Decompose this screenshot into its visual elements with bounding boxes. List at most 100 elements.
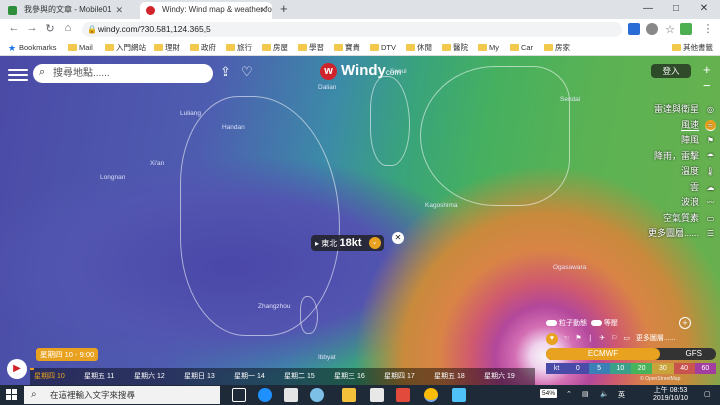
tab-windy[interactable]: Windy: Wind map & weather fo ✕ <box>140 2 272 19</box>
wind-map[interactable]: Dalian Seoul Sendai Luliang Handan Longn… <box>0 56 720 385</box>
more-layers-link[interactable]: 更多圖層...... <box>636 335 676 342</box>
extension-icon[interactable] <box>646 23 658 35</box>
bookmark-folder[interactable]: 旅行 <box>226 42 252 54</box>
bookmark-folder[interactable]: 學習 <box>298 42 324 54</box>
store-icon[interactable] <box>370 388 384 402</box>
hamburger-menu-icon[interactable] <box>8 66 28 82</box>
bookmark-folder[interactable]: My <box>478 42 499 54</box>
layer-item-temperature[interactable]: 溫度 🌡 <box>628 164 720 180</box>
close-icon[interactable]: ✕ <box>392 232 404 244</box>
bookmark-folder[interactable]: 房家 <box>544 42 570 54</box>
favorites-heart-icon[interactable]: ♡ <box>241 64 253 80</box>
bookmark-folder[interactable]: 醫院 <box>442 42 468 54</box>
layer-item-wind[interactable]: 風速 ≈ <box>628 118 720 134</box>
rain-icon[interactable]: ❘ <box>587 335 593 342</box>
layer-item-gust[interactable]: 陣風 ⚑ <box>628 133 720 149</box>
drive-icon[interactable] <box>284 388 298 402</box>
bookmark-star-icon[interactable]: ☆ <box>662 23 678 36</box>
model-ecmwf[interactable]: ECMWF <box>546 348 660 360</box>
volume-icon[interactable]: 🔈 <box>600 390 609 398</box>
login-button[interactable]: 登入 <box>651 64 691 78</box>
taskbar-clock[interactable]: 上午 08:53 2019/10/10 <box>653 387 688 403</box>
bookmark-folder[interactable]: Mail <box>68 42 93 54</box>
forward-arrow-icon[interactable]: → <box>24 22 40 34</box>
chevron-down-icon[interactable]: ⌄ <box>368 237 381 249</box>
tray-up-arrow-icon[interactable]: ⌃ <box>566 390 572 398</box>
zoom-out-button[interactable]: − <box>703 79 711 92</box>
share-icon[interactable]: ⇪ <box>220 64 231 80</box>
timeline-day[interactable]: 星期三 16 <box>334 371 365 381</box>
timeline-day[interactable]: 星期六 12 <box>134 371 165 381</box>
bookmark-item[interactable]: ★ Bookmarks <box>8 42 57 54</box>
layer-item-more[interactable]: 更多圖層...... ☰ <box>628 226 720 242</box>
file-explorer-icon[interactable] <box>342 388 356 402</box>
chrome-icon[interactable] <box>424 388 438 402</box>
car-icon[interactable]: ▭ <box>623 335 630 342</box>
bookmark-folder[interactable]: DTV <box>370 42 396 54</box>
timeline-day[interactable]: 星期二 15 <box>284 371 315 381</box>
bookmark-folder[interactable]: 政府 <box>190 42 216 54</box>
app-icon[interactable] <box>310 388 324 402</box>
gust-icon[interactable]: ⚑ <box>575 335 581 342</box>
app-icon[interactable] <box>452 388 466 402</box>
layer-item-radar[interactable]: 雷達與衛星 ◎ <box>628 102 720 118</box>
hand-icon[interactable]: ☜ <box>563 335 569 342</box>
home-icon[interactable]: ⌂ <box>60 22 76 34</box>
task-view-icon[interactable] <box>232 388 246 402</box>
layer-item-rain[interactable]: 降雨，雷擊 ☂ <box>628 149 720 165</box>
zoom-in-button[interactable]: + <box>703 63 711 76</box>
bookmark-folder[interactable]: 房屋 <box>262 42 288 54</box>
isolines-toggle[interactable] <box>590 320 602 327</box>
close-window-button[interactable]: ✕ <box>690 0 718 19</box>
ime-indicator[interactable]: 英 <box>618 390 625 400</box>
heart-icon[interactable]: ♥ <box>546 333 558 345</box>
network-icon[interactable]: ▤ <box>582 390 589 398</box>
bookmark-folder[interactable]: 入門網站 <box>105 42 146 54</box>
timeline-day[interactable]: 星期四 17 <box>384 371 415 381</box>
other-bookmarks-folder[interactable]: 其他書籤 <box>672 42 713 54</box>
timeline-day[interactable]: 星期一 14 <box>234 371 265 381</box>
minimize-button[interactable]: — <box>634 0 662 19</box>
windy-logo[interactable]: w Windycom <box>320 62 401 80</box>
timeline-day[interactable]: 星期日 13 <box>184 371 215 381</box>
bookmark-folder[interactable]: 寶貴 <box>334 42 360 54</box>
expand-plus-icon[interactable]: + <box>679 317 691 329</box>
layer-item-clouds[interactable]: 雲 ☁ <box>628 180 720 196</box>
play-button[interactable]: ▶ <box>7 359 27 379</box>
battery-indicator[interactable]: 54% <box>540 389 558 398</box>
bookmark-folder[interactable]: 休閒 <box>406 42 432 54</box>
timeline-day[interactable]: 星期四 10 <box>34 371 65 381</box>
reload-icon[interactable]: ↻ <box>42 22 58 35</box>
windows-start-icon[interactable] <box>6 389 18 401</box>
url-field[interactable]: 🔒 windy.com/?30.581,124.365,5 <box>82 22 622 37</box>
edge-browser-icon[interactable] <box>258 388 272 402</box>
extension-icon[interactable] <box>680 23 692 35</box>
map-attribution[interactable]: © OpenStreetMap <box>640 376 680 382</box>
menu-dots-icon[interactable]: ⋮ <box>700 22 716 35</box>
wind-tooltip[interactable]: ▸ 東北 18kt ⌄ <box>311 235 384 251</box>
timeline-day[interactable]: 星期六 19 <box>484 371 515 381</box>
layer-item-air-quality[interactable]: 空氣質素 ▭ <box>628 211 720 227</box>
taskbar-search-input[interactable]: ⌕ 在這裡輸入文字來搜尋 <box>24 386 220 404</box>
bookmark-folder[interactable]: 理財 <box>154 42 180 54</box>
close-tab-icon[interactable]: ✕ <box>115 2 123 18</box>
office-icon[interactable] <box>396 388 410 402</box>
new-tab-button[interactable]: + <box>280 1 288 16</box>
maximize-button[interactable]: □ <box>662 0 690 19</box>
translate-icon[interactable] <box>628 23 640 35</box>
plane-icon[interactable]: ✈ <box>599 335 605 342</box>
notification-icon[interactable]: ▢ <box>704 390 711 398</box>
close-tab-icon[interactable]: ✕ <box>259 2 267 18</box>
timeline-bar[interactable]: 星期四 10 星期五 11 星期六 12 星期日 13 星期一 14 星期二 1… <box>30 368 535 385</box>
bookmark-folder[interactable]: Car <box>510 42 533 54</box>
layer-item-waves[interactable]: 波浪〰 <box>628 195 720 211</box>
particles-toggle[interactable] <box>546 320 557 327</box>
location-search-input[interactable]: ⌕ 搜尋地點...... <box>33 64 213 83</box>
flag-icon[interactable]: ⚐ <box>611 335 617 342</box>
timeline-day[interactable]: 星期五 11 <box>84 371 114 381</box>
timeline-day[interactable]: 星期五 18 <box>434 371 465 381</box>
tab-mobile01[interactable]: 我參與的文章 - Mobile01 ✕ <box>2 2 128 19</box>
back-arrow-icon[interactable]: ← <box>6 22 22 34</box>
model-selector[interactable]: ECMWF GFS <box>546 348 716 360</box>
model-gfs[interactable]: GFS <box>686 348 702 360</box>
